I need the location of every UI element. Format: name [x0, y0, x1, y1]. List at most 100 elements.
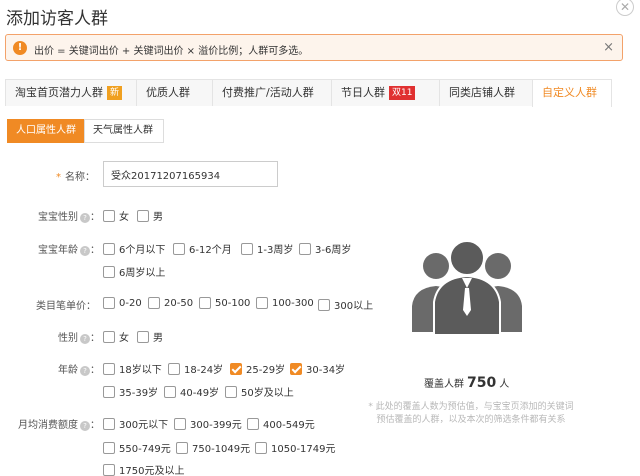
baby-gender-option[interactable]: 女 — [103, 208, 129, 223]
baby-age-option[interactable]: 3-6周岁 — [299, 241, 351, 256]
category-price-option[interactable]: 20-50 — [148, 297, 193, 309]
option-label: 18-24岁 — [184, 365, 224, 376]
new-badge: 新 — [107, 86, 123, 100]
option-label: 6个月以下 — [119, 245, 166, 256]
checkbox[interactable] — [168, 362, 180, 375]
checkbox-checked[interactable] — [290, 362, 302, 375]
age-label-text: 年龄 — [58, 365, 78, 376]
checkbox[interactable] — [247, 417, 259, 430]
age-label: 年龄?： — [4, 361, 100, 376]
monthly-spend-option[interactable]: 1750元及以上 — [103, 462, 184, 476]
monthly-spend-option[interactable]: 300元以下 — [103, 416, 168, 431]
checkbox[interactable] — [103, 441, 115, 454]
warning-icon: ! — [13, 41, 27, 55]
monthly-spend-option[interactable]: 550-749元 — [103, 440, 171, 455]
help-icon[interactable]: ? — [80, 213, 90, 223]
label-colon: ： — [90, 365, 100, 376]
baby-age-option[interactable]: 6个月以下 — [103, 241, 165, 256]
coverage-number: 750 — [467, 375, 497, 391]
dialog-close-button[interactable]: ✕ — [616, 0, 634, 16]
category-price-option[interactable]: 0-20 — [103, 297, 142, 309]
checkbox[interactable] — [241, 242, 253, 255]
age-option[interactable]: 25-29岁 — [230, 361, 285, 376]
checkbox[interactable] — [225, 385, 237, 398]
help-icon[interactable]: ? — [80, 366, 90, 376]
checkbox[interactable] — [299, 242, 311, 255]
baby-gender-option[interactable]: 男 — [137, 208, 163, 223]
audience-tabs: 淘宝首页潜力人群新 优质人群 付费推广/活动人群 节日人群 双11 同类店铺人群 … — [5, 79, 612, 107]
checkbox-checked[interactable] — [230, 362, 242, 375]
tab-paid-promotion[interactable]: 付费推广/活动人群 — [212, 79, 332, 106]
checkbox[interactable] — [318, 298, 330, 311]
baby-gender-label-text: 宝宝性别 — [38, 212, 78, 223]
option-label: 0-20 — [119, 297, 142, 309]
checkbox[interactable] — [137, 209, 149, 222]
checkbox[interactable] — [256, 297, 268, 309]
age-option[interactable]: 40-49岁 — [164, 384, 219, 399]
required-mark: * — [56, 172, 61, 183]
tab-homepage-potential[interactable]: 淘宝首页潜力人群新 — [5, 79, 137, 106]
subtab-weather[interactable]: 天气属性人群 — [84, 119, 164, 143]
subtab-demographic[interactable]: 人口属性人群 — [7, 119, 85, 143]
name-input[interactable] — [103, 161, 278, 187]
age-option[interactable]: 50岁及以上 — [225, 384, 294, 399]
monthly-spend-label-text: 月均消费额度 — [18, 420, 78, 431]
checkbox[interactable] — [137, 330, 149, 343]
option-label: 1750元及以上 — [119, 466, 185, 476]
tab-label: 付费推广/活动人群 — [222, 86, 314, 99]
checkbox[interactable] — [103, 417, 115, 430]
baby-age-option[interactable]: 6周岁以上 — [103, 264, 165, 279]
checkbox[interactable] — [176, 441, 188, 454]
notice-close-icon[interactable]: × — [603, 40, 614, 55]
baby-gender-label: 宝宝性别?： — [4, 208, 100, 223]
age-option[interactable]: 30-34岁 — [290, 361, 345, 376]
category-price-label: 类目笔单价： — [36, 301, 96, 312]
category-price-option[interactable]: 100-300 — [256, 297, 314, 309]
checkbox[interactable] — [148, 297, 160, 309]
checkbox[interactable] — [103, 242, 115, 255]
checkbox[interactable] — [103, 385, 115, 398]
category-price-option[interactable]: 50-100 — [199, 297, 250, 309]
checkbox[interactable] — [174, 417, 186, 430]
age-option[interactable]: 18-24岁 — [168, 361, 223, 376]
gender-option[interactable]: 女 — [103, 329, 129, 344]
option-label: 50-100 — [215, 297, 251, 309]
tab-label: 优质人群 — [146, 86, 190, 99]
monthly-spend-option[interactable]: 1050-1749元 — [255, 440, 336, 455]
category-price-option[interactable]: 300以上 — [318, 297, 373, 312]
tab-label: 节日人群 — [341, 86, 385, 99]
help-icon[interactable]: ? — [80, 421, 90, 431]
checkbox[interactable] — [103, 297, 115, 309]
checkbox[interactable] — [103, 265, 115, 278]
option-label: 30-34岁 — [306, 365, 346, 376]
help-icon[interactable]: ? — [80, 246, 90, 256]
checkbox[interactable] — [103, 463, 115, 476]
checkbox[interactable] — [103, 209, 115, 222]
age-option[interactable]: 18岁以下 — [103, 361, 162, 376]
tab-custom[interactable]: 自定义人群 — [532, 79, 612, 107]
coverage-unit: 人 — [499, 379, 510, 390]
option-label: 18岁以下 — [119, 365, 162, 376]
checkbox[interactable] — [103, 362, 115, 375]
tab-quality[interactable]: 优质人群 — [136, 79, 213, 106]
option-label: 6周岁以上 — [119, 268, 166, 279]
monthly-spend-option[interactable]: 400-549元 — [247, 416, 315, 431]
baby-age-option[interactable]: 1-3周岁 — [241, 241, 293, 256]
help-icon[interactable]: ? — [80, 334, 90, 344]
notice-text: 出价 = 关键词出价 + 关键词出价 × 溢价比例；人群可多选。 — [34, 46, 309, 57]
monthly-spend-option[interactable]: 750-1049元 — [176, 440, 250, 455]
checkbox[interactable] — [199, 297, 211, 309]
checkbox[interactable] — [164, 385, 176, 398]
tab-similar-shops[interactable]: 同类店铺人群 — [439, 79, 533, 106]
checkbox[interactable] — [255, 441, 267, 454]
checkbox[interactable] — [103, 330, 115, 343]
name-label: * 名称： — [40, 168, 95, 183]
monthly-spend-option[interactable]: 300-399元 — [174, 416, 242, 431]
tab-festival[interactable]: 节日人群 双11 — [331, 79, 440, 106]
baby-age-label-text: 宝宝年龄 — [38, 245, 78, 256]
option-label: 3-6周岁 — [315, 245, 352, 256]
gender-option[interactable]: 男 — [137, 329, 163, 344]
age-option[interactable]: 35-39岁 — [103, 384, 158, 399]
checkbox[interactable] — [173, 242, 185, 255]
baby-age-option[interactable]: 6-12个月 — [173, 241, 232, 256]
